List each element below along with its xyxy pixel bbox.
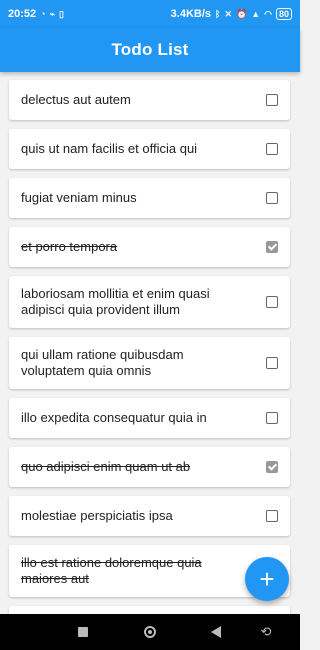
todo-item[interactable]: quo adipisci enim quam ut ab xyxy=(9,447,290,487)
todo-checkbox[interactable] xyxy=(266,510,278,522)
rotate-icon: ⟲ xyxy=(260,624,272,639)
todo-checkbox[interactable] xyxy=(266,143,278,155)
todo-item[interactable]: quis ut nam facilis et officia qui xyxy=(9,129,290,169)
todo-checkbox[interactable] xyxy=(266,412,278,424)
todo-text: molestiae perspiciatis ipsa xyxy=(21,508,173,523)
mute-icon: ✕ xyxy=(224,8,232,19)
todo-checkbox[interactable] xyxy=(266,241,278,253)
recent-apps-button[interactable] xyxy=(63,614,103,650)
network-speed: 3.4KB/s xyxy=(170,8,212,20)
circle-icon xyxy=(144,626,156,638)
todo-text: delectus aut autem xyxy=(21,92,131,107)
todo-text: quis ut nam facilis et officia qui xyxy=(21,141,198,156)
navigation-bar: ⟲ xyxy=(0,614,300,650)
add-todo-button[interactable]: + xyxy=(245,557,289,601)
phone-icon: ▯ xyxy=(59,8,64,19)
app-bar: Todo List xyxy=(0,28,300,72)
todo-text: laboriosam mollitia et enim quasi adipis… xyxy=(21,286,210,317)
todo-list: delectus aut autem quis ut nam facilis et… xyxy=(0,72,300,614)
todo-checkbox[interactable] xyxy=(266,296,278,308)
todo-item[interactable]: vero rerum temporibus dolor xyxy=(9,606,290,614)
todo-checkbox[interactable] xyxy=(266,94,278,106)
alarm-off-icon: ⏰ xyxy=(235,8,248,19)
whatsapp-icon: ◔ xyxy=(40,9,46,19)
status-time: 20:52 xyxy=(8,8,37,20)
todo-item[interactable]: molestiae perspiciatis ipsa xyxy=(9,496,290,536)
todo-item[interactable]: qui ullam ratione quibusdam voluptatem q… xyxy=(9,337,290,389)
todo-item[interactable]: illo expedita consequatur quia in xyxy=(9,398,290,438)
todo-checkbox[interactable] xyxy=(266,461,278,473)
back-button[interactable] xyxy=(196,614,236,650)
home-button[interactable] xyxy=(130,614,170,650)
todo-item[interactable]: fugiat veniam minus xyxy=(9,178,290,218)
todo-item[interactable]: laboriosam mollitia et enim quasi adipis… xyxy=(9,276,290,328)
status-left: 20:52 ◔ ⌁ ▯ xyxy=(8,8,64,20)
todo-text: et porro tempora xyxy=(21,239,118,254)
todo-item[interactable]: et porro tempora xyxy=(9,227,290,267)
todo-checkbox[interactable] xyxy=(266,357,278,369)
todo-text: qui ullam ratione quibusdam voluptatem q… xyxy=(21,347,184,378)
status-right: 3.4KB/s ᛒ ✕ ⏰ ▲ ◠ 80 xyxy=(171,8,292,20)
status-bar: 20:52 ◔ ⌁ ▯ 3.4KB/s ᛒ ✕ ⏰ ▲ ◠ 80 xyxy=(0,0,300,28)
wifi-icon: ◠ xyxy=(264,8,272,19)
todo-text: illo est ratione doloremque quia maiores… xyxy=(21,555,202,586)
add-icon: + xyxy=(259,564,275,594)
todo-text: quo adipisci enim quam ut ab xyxy=(21,459,191,474)
page-title: Todo List xyxy=(111,40,189,59)
square-icon xyxy=(78,627,88,637)
todo-checkbox[interactable] xyxy=(266,192,278,204)
todo-text: fugiat veniam minus xyxy=(21,190,137,205)
todo-item[interactable]: delectus aut autem xyxy=(9,80,290,120)
battery-icon: 80 xyxy=(275,8,292,20)
todo-text: illo expedita consequatur quia in xyxy=(21,410,207,425)
rotate-button[interactable]: ⟲ xyxy=(246,614,286,650)
signal-icon: ▲ xyxy=(251,9,261,19)
bluetooth-icon: ᛒ xyxy=(215,9,221,19)
usb-icon: ⌁ xyxy=(49,8,55,19)
back-triangle-icon xyxy=(211,626,221,638)
